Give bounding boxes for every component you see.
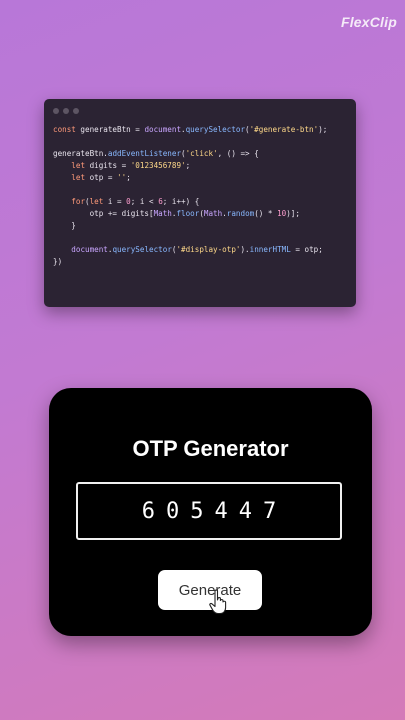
code-block: const generateBtn = document.querySelect… [53, 125, 328, 266]
watermark-text: FlexClip [340, 14, 397, 30]
window-dot-icon [53, 108, 59, 114]
otp-value: 605447 [141, 498, 288, 524]
window-dot-icon [63, 108, 69, 114]
otp-display-box: 605447 [76, 482, 342, 540]
card-title: OTP Generator [132, 436, 289, 461]
otp-generator-card: OTP Generator 605447 Generate [49, 388, 372, 636]
window-controls [53, 108, 79, 114]
flexclip-watermark: FlexClip [341, 14, 397, 30]
hand-pointer-icon [209, 589, 227, 615]
window-dot-icon [73, 108, 79, 114]
code-editor-window: const generateBtn = document.querySelect… [44, 99, 356, 307]
